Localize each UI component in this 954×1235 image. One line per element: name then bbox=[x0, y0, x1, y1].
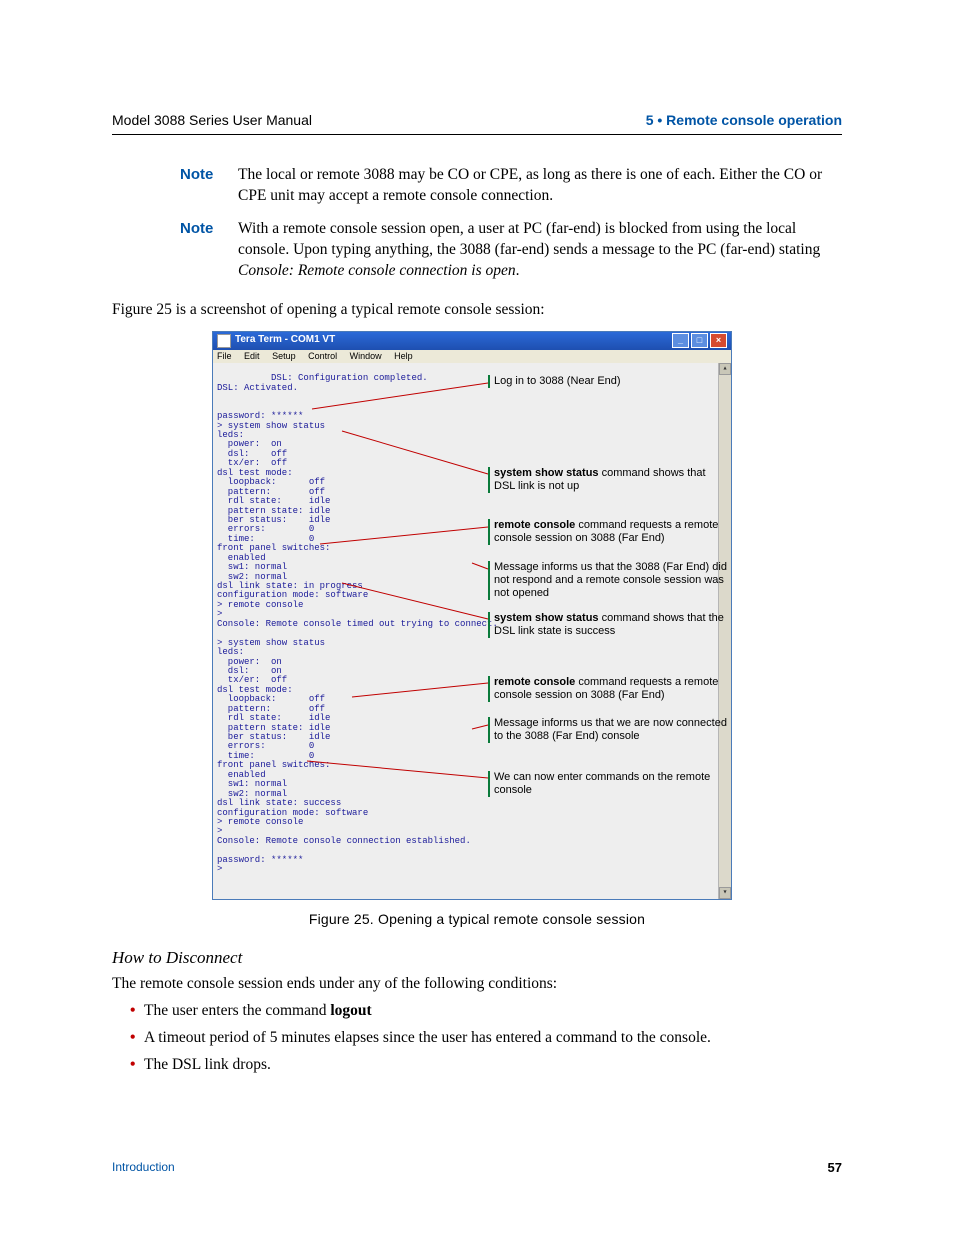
callout-timeout: Message informs us that the 3088 (Far En… bbox=[488, 561, 728, 601]
close-button[interactable]: × bbox=[710, 333, 727, 348]
app-icon bbox=[217, 334, 231, 348]
note-2: Note With a remote console session open,… bbox=[180, 219, 842, 282]
note-2-part-a: With a remote console session open, a us… bbox=[238, 220, 820, 258]
header-rule bbox=[112, 134, 842, 135]
note-1-text: The local or remote 3088 may be CO or CP… bbox=[238, 165, 842, 207]
page-number: 57 bbox=[828, 1160, 842, 1175]
note-label: Note bbox=[180, 165, 232, 185]
menu-edit[interactable]: Edit bbox=[244, 351, 260, 361]
list-item: A timeout period of 5 minutes elapses si… bbox=[130, 1028, 842, 1049]
callout-connected: Message informs us that we are now conne… bbox=[488, 717, 728, 743]
scroll-up-button[interactable]: ▴ bbox=[719, 363, 731, 375]
manual-title: Model 3088 Series User Manual bbox=[112, 112, 312, 128]
figure-intro: Figure 25 is a screenshot of opening a t… bbox=[112, 300, 842, 321]
note-2-part-c: . bbox=[516, 262, 520, 279]
callout-login: Log in to 3088 (Near End) bbox=[488, 375, 621, 388]
figure-25: Tera Term - COM1 VT _ □ × File Edit Setu… bbox=[212, 331, 732, 901]
minimize-button[interactable]: _ bbox=[672, 333, 689, 348]
terminal-text: DSL: Configuration completed. DSL: Activ… bbox=[217, 373, 498, 874]
note-2-italic: Console: Remote console connection is op… bbox=[238, 262, 516, 279]
chapter-title: 5 • Remote console operation bbox=[646, 112, 842, 128]
callout-enter-commands: We can now enter commands on the remote … bbox=[488, 771, 728, 797]
window-titlebar: Tera Term - COM1 VT _ □ × bbox=[213, 332, 731, 350]
callout-status-success: system show status command shows that th… bbox=[488, 612, 728, 638]
menu-setup[interactable]: Setup bbox=[272, 351, 296, 361]
callout-remote-request-1: remote console command requests a remote… bbox=[488, 519, 728, 545]
how-to-disconnect-heading: How to Disconnect bbox=[112, 947, 842, 970]
note-label: Note bbox=[180, 219, 232, 239]
how-to-lead: The remote console session ends under an… bbox=[112, 974, 842, 995]
footer-section: Introduction bbox=[112, 1160, 175, 1174]
callout-remote-request-2: remote console command requests a remote… bbox=[488, 676, 728, 702]
menu-bar: File Edit Setup Control Window Help bbox=[213, 350, 731, 363]
menu-window[interactable]: Window bbox=[350, 351, 382, 361]
maximize-button[interactable]: □ bbox=[691, 333, 708, 348]
menu-help[interactable]: Help bbox=[394, 351, 413, 361]
list-item: The DSL link drops. bbox=[130, 1055, 842, 1076]
note-2-text: With a remote console session open, a us… bbox=[238, 219, 842, 282]
scroll-down-button[interactable]: ▾ bbox=[719, 887, 731, 899]
window-title: Tera Term - COM1 VT bbox=[235, 335, 335, 346]
menu-control[interactable]: Control bbox=[308, 351, 337, 361]
menu-file[interactable]: File bbox=[217, 351, 232, 361]
figure-caption: Figure 25. Opening a typical remote cons… bbox=[112, 910, 842, 929]
callout-status-down: system show status command shows that DS… bbox=[488, 467, 728, 493]
list-item: The user enters the command logout bbox=[130, 1001, 842, 1022]
note-1: Note The local or remote 3088 may be CO … bbox=[180, 165, 842, 207]
